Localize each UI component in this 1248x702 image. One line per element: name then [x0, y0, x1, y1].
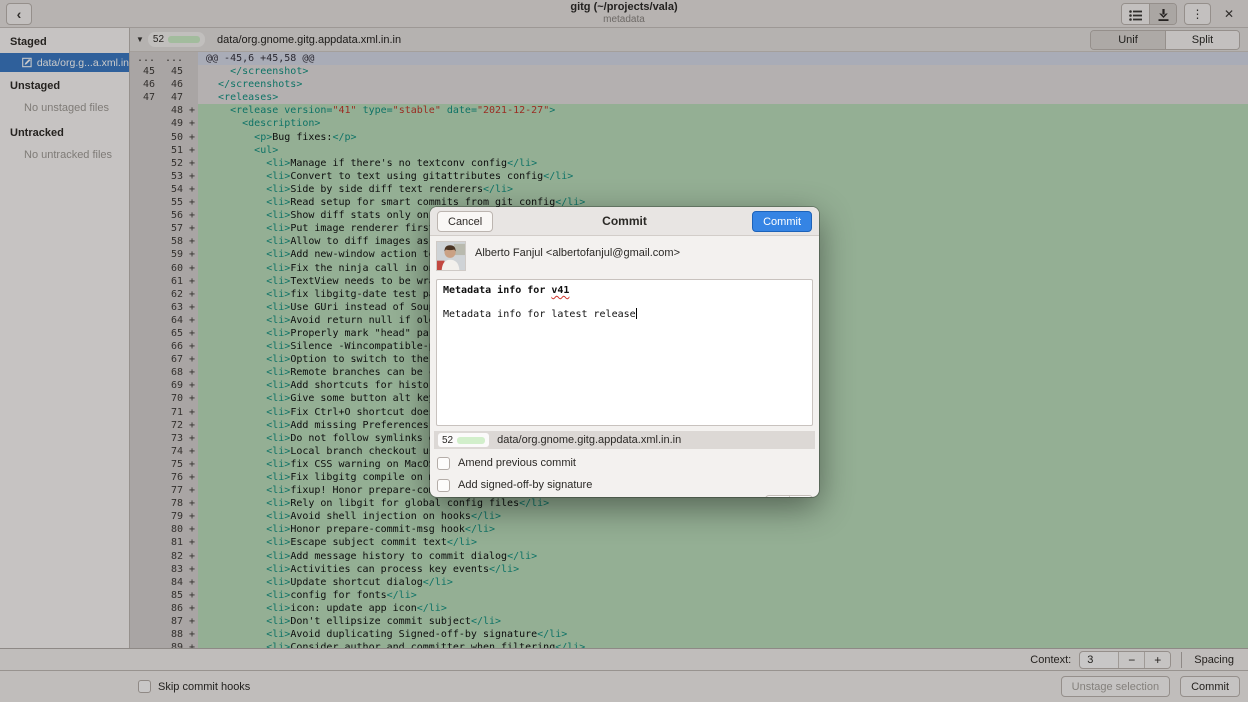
dialog-file-row[interactable]: 52 data/org.gnome.gitg.appdata.xml.in.in — [434, 431, 815, 449]
signoff-label: Add signed-off-by signature — [458, 479, 592, 491]
gitg-window: ‹ gitg (~/projects/vala) metadata — [0, 0, 1248, 702]
message-history-nav: ◀ ▶ — [765, 495, 813, 497]
dialog-commit-button[interactable]: Commit — [752, 211, 812, 232]
dialog-hunk-count-badge: 52 — [438, 433, 489, 447]
avatar — [436, 241, 466, 271]
commit-message-input[interactable]: Metadata info for v41 Metadata info for … — [436, 279, 813, 426]
commit-dialog-header: Cancel Commit Commit — [430, 207, 819, 236]
dialog-added-lines-bar — [457, 437, 485, 444]
next-message-button[interactable]: ▶ — [789, 496, 812, 497]
message-body: Metadata info for latest release — [443, 309, 636, 320]
amend-checkbox[interactable] — [437, 457, 450, 470]
message-subject: Metadata info for — [443, 285, 551, 296]
commit-dialog: Cancel Commit Commit Alberto Fanjul <alb… — [430, 207, 819, 497]
signoff-row: Add signed-off-by signature — [430, 471, 819, 493]
dialog-cancel-button[interactable]: Cancel — [437, 211, 493, 232]
author-row: Alberto Fanjul <albertofanjul@gmail.com> — [430, 236, 819, 275]
text-cursor — [636, 308, 637, 319]
previous-message-button[interactable]: ◀ — [766, 496, 789, 497]
author-name: Alberto Fanjul <albertofanjul@gmail.com> — [475, 247, 680, 259]
misspelled-word: v41 — [551, 285, 569, 296]
dialog-filename: data/org.gnome.gitg.appdata.xml.in.in — [497, 434, 681, 446]
signoff-checkbox[interactable] — [437, 479, 450, 492]
dialog-bottom: ◀ ▶ — [430, 493, 819, 497]
amend-label: Amend previous commit — [458, 457, 576, 469]
amend-row: Amend previous commit — [430, 449, 819, 471]
dialog-hunk-count: 52 — [442, 435, 453, 446]
